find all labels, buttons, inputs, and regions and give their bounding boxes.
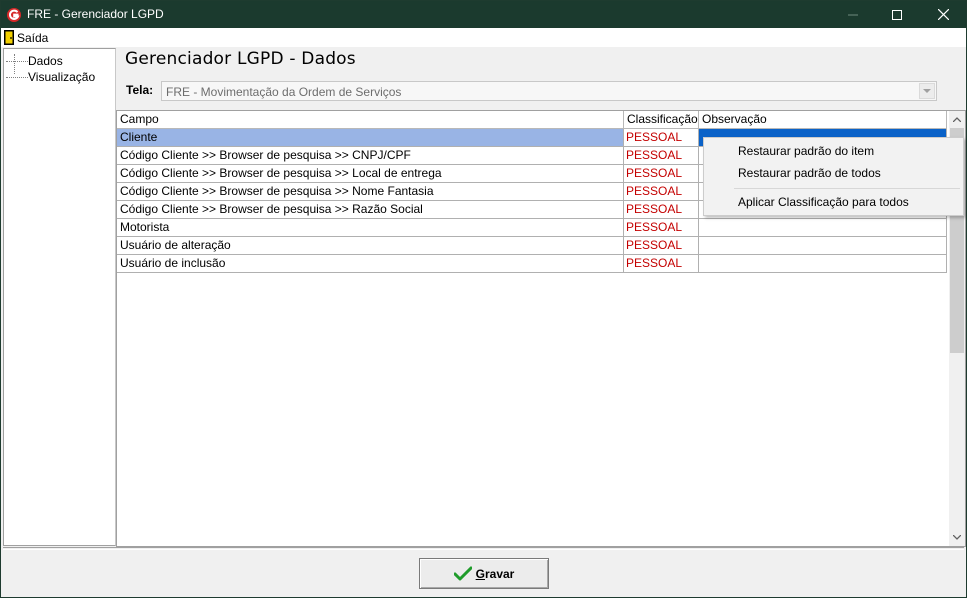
classificacao-cell[interactable]: PESSOAL	[624, 201, 699, 218]
table-row[interactable]: Usuário de alteração PESSOAL	[117, 237, 947, 255]
column-header-campo[interactable]: Campo	[117, 111, 624, 129]
classificacao-cell[interactable]: PESSOAL	[624, 147, 699, 164]
ctx-apply-classification-all[interactable]: Aplicar Classificação para todos	[738, 195, 909, 209]
maximize-icon	[892, 9, 902, 20]
menu-separator	[734, 188, 960, 189]
campo-cell[interactable]: Código Cliente >> Browser de pesquisa >>…	[117, 165, 624, 182]
scroll-up-button[interactable]	[949, 111, 965, 128]
ctx-restore-all[interactable]: Restaurar padrão de todos	[738, 166, 881, 180]
tree-branch	[6, 76, 28, 78]
title-bar[interactable]: FRE - Gerenciador LGPD	[1, 1, 966, 28]
divider	[3, 547, 964, 548]
classificacao-cell[interactable]: PESSOAL	[624, 237, 699, 254]
tree-item-label: Dados	[28, 54, 63, 68]
campo-cell[interactable]: Usuário de inclusão	[117, 255, 624, 272]
context-menu: Restaurar padrão do item Restaurar padrã…	[703, 137, 964, 216]
menu-exit[interactable]: Saída	[4, 29, 48, 46]
column-header-classificacao[interactable]: Classificação	[624, 111, 699, 129]
app-logo-icon	[7, 8, 21, 22]
tree-branch	[6, 60, 28, 62]
close-icon	[937, 9, 949, 20]
close-button[interactable]	[920, 1, 966, 28]
grid-header: Campo Classificação Observação	[117, 111, 947, 129]
minimize-button[interactable]	[830, 1, 876, 28]
checkmark-icon	[453, 566, 472, 580]
classificacao-cell[interactable]: PESSOAL	[624, 183, 699, 200]
campo-cell[interactable]: Cliente	[117, 129, 624, 146]
campo-cell[interactable]: Usuário de alteração	[117, 237, 624, 254]
tree-item-dados[interactable]: Dados	[4, 53, 63, 69]
observacao-cell[interactable]	[699, 219, 947, 236]
scroll-down-button[interactable]	[949, 529, 965, 546]
ctx-restore-item[interactable]: Restaurar padrão do item	[738, 144, 874, 158]
campo-cell[interactable]: Código Cliente >> Browser de pesquisa >>…	[117, 147, 624, 164]
observacao-cell[interactable]	[699, 255, 947, 272]
navigation-tree: Dados Visualização	[3, 48, 116, 546]
maximize-button[interactable]	[874, 1, 920, 28]
campo-cell[interactable]: Código Cliente >> Browser de pesquisa >>…	[117, 201, 624, 218]
chevron-down-icon	[953, 535, 961, 540]
menu-bar: Saída	[1, 28, 966, 47]
app-window: FRE - Gerenciador LGPD Saída Dados Visua…	[0, 0, 967, 598]
table-row[interactable]: Usuário de inclusão PESSOAL	[117, 255, 947, 273]
dropdown-arrow-icon[interactable]	[919, 83, 935, 99]
chevron-up-icon	[953, 117, 961, 122]
classificacao-cell[interactable]: PESSOAL	[624, 165, 699, 182]
table-row[interactable]: Motorista PESSOAL	[117, 219, 947, 237]
save-button-label: Gravar	[475, 566, 515, 581]
observacao-cell[interactable]	[699, 237, 947, 254]
tela-select[interactable]: FRE - Movimentação da Ordem de Serviços	[161, 81, 937, 101]
exit-door-icon	[4, 30, 14, 45]
menu-exit-label: Saída	[17, 30, 49, 45]
column-header-observacao[interactable]: Observação	[699, 111, 947, 129]
tree-item-label: Visualização	[28, 70, 96, 84]
window-title: FRE - Gerenciador LGPD	[27, 7, 164, 21]
save-button[interactable]: Gravar	[419, 558, 549, 589]
tela-select-value: FRE - Movimentação da Ordem de Serviços	[166, 85, 402, 99]
tree-item-visualizacao[interactable]: Visualização	[4, 69, 95, 85]
classificacao-cell[interactable]: PESSOAL	[624, 129, 699, 146]
campo-cell[interactable]: Motorista	[117, 219, 624, 236]
campo-cell[interactable]: Código Cliente >> Browser de pesquisa >>…	[117, 183, 624, 200]
page-title: Gerenciador LGPD - Dados	[125, 49, 356, 69]
classificacao-cell[interactable]: PESSOAL	[624, 255, 699, 272]
tela-label: Tela:	[126, 83, 154, 97]
classificacao-cell[interactable]: PESSOAL	[624, 219, 699, 236]
minimize-icon	[848, 14, 858, 15]
